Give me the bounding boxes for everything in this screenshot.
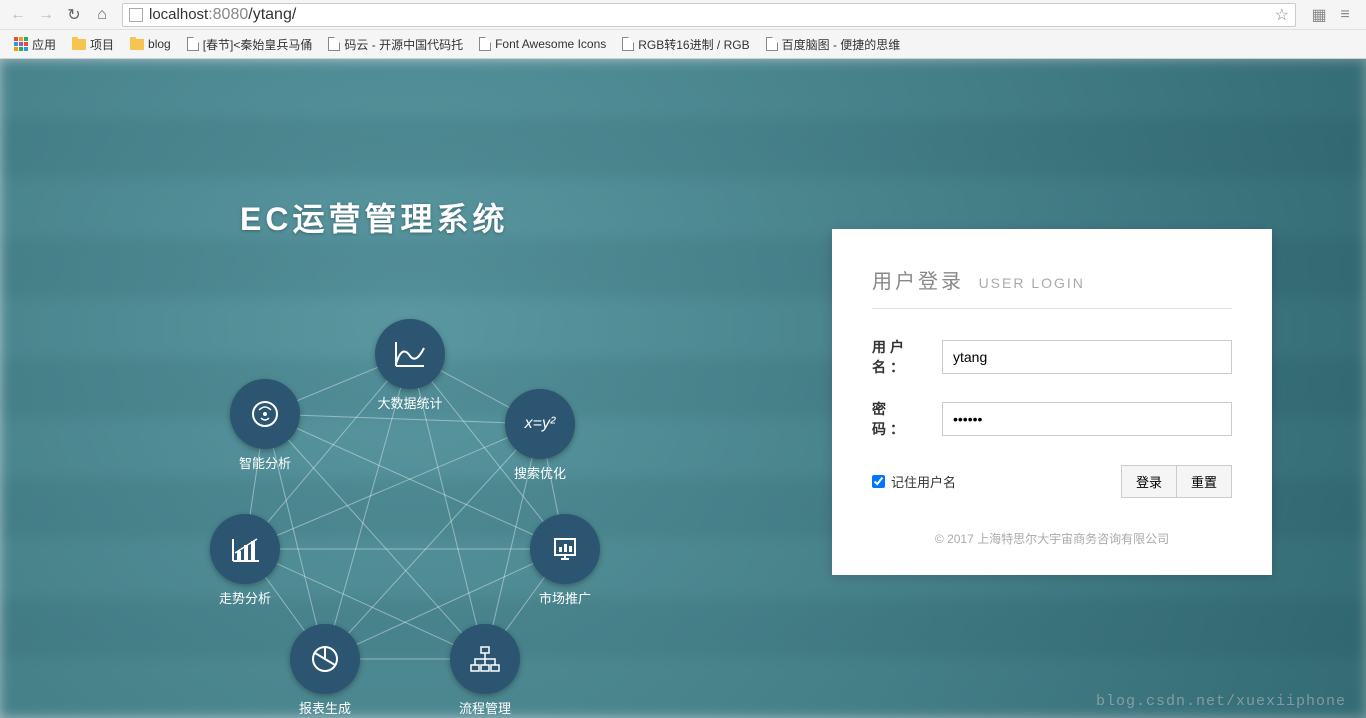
page-icon <box>766 37 778 51</box>
login-button[interactable]: 登录 <box>1122 466 1176 497</box>
password-label: 密 码： <box>872 399 942 439</box>
remember-checkbox-input[interactable] <box>872 475 885 488</box>
bookmark-label: Font Awesome Icons <box>495 37 606 51</box>
forward-button[interactable]: → <box>34 3 58 27</box>
bookmark-label: blog <box>148 37 171 51</box>
login-title-en: USER LOGIN <box>979 275 1085 291</box>
page-icon <box>622 37 634 51</box>
bookmark-label: RGB转16进制 / RGB <box>638 36 749 53</box>
button-group: 登录 重置 <box>1121 465 1232 498</box>
feature-node[interactable] <box>450 624 520 694</box>
feature-node[interactable] <box>375 319 445 389</box>
page-content: EC运营管理系统 大数据统计智能分析 x=y² 搜索优化走势分析 市场推广报表生成 流程… <box>0 59 1366 718</box>
bookmark-label: 码云 - 开源中国代码托 <box>344 36 463 53</box>
page-icon <box>328 37 340 51</box>
system-title: EC运营管理系统 <box>240 194 508 240</box>
login-panel: 用户登录 USER LOGIN 用户名： 密 码： 记住用户名 登录 重置 © … <box>832 229 1272 575</box>
watermark: blog.csdn.net/xuexiiphone <box>1096 693 1346 710</box>
reload-button[interactable]: ↻ <box>62 3 86 27</box>
reset-button[interactable]: 重置 <box>1176 466 1231 497</box>
back-button[interactable]: ← <box>6 3 30 27</box>
page-icon <box>187 37 199 51</box>
bookmark-label: 百度脑图 - 便捷的思维 <box>782 36 901 53</box>
svg-text:x=y²: x=y² <box>524 415 556 432</box>
login-title-cn: 用户登录 <box>872 271 964 293</box>
nav-toolbar: ← → ↻ ⌂ localhost:8080/ytang/ ☆ ▦ ≡ <box>0 0 1366 30</box>
bookmark-item[interactable]: 百度脑图 - 便捷的思维 <box>760 34 907 55</box>
feature-node[interactable] <box>530 514 600 584</box>
address-bar[interactable]: localhost:8080/ytang/ ☆ <box>122 3 1296 27</box>
folder-icon <box>130 39 144 50</box>
feature-label: 搜索优化 <box>490 463 590 482</box>
feature-label: 流程管理 <box>435 698 535 717</box>
copyright: © 2017 上海特思尔大宇宙商务咨询有限公司 <box>872 530 1232 547</box>
bookmark-item[interactable]: [春节]<秦始皇兵马俑 <box>181 34 319 55</box>
username-input[interactable] <box>942 340 1232 374</box>
menu-icon[interactable]: ≡ <box>1336 6 1354 24</box>
feature-node[interactable] <box>230 379 300 449</box>
feature-node[interactable] <box>210 514 280 584</box>
bookmark-star-icon[interactable]: ☆ <box>1275 5 1289 25</box>
password-input[interactable] <box>942 402 1232 436</box>
apps-icon <box>14 37 28 51</box>
panel-icon[interactable]: ▦ <box>1310 6 1328 24</box>
page-icon <box>479 37 491 51</box>
page-icon <box>129 8 143 22</box>
feature-diagram: 大数据统计智能分析x=y²搜索优化走势分析市场推广报表生成流程管理 <box>150 259 610 699</box>
url-path: /ytang/ <box>248 6 296 24</box>
feature-label: 走势分析 <box>195 588 295 607</box>
apps-label: 应用 <box>32 36 56 53</box>
bookmark-item[interactable]: Font Awesome Icons <box>473 34 612 55</box>
browser-chrome: ← → ↻ ⌂ localhost:8080/ytang/ ☆ ▦ ≡ 应用 项… <box>0 0 1366 59</box>
bookmark-item[interactable]: RGB转16进制 / RGB <box>616 34 755 55</box>
bookmark-item[interactable]: 码云 - 开源中国代码托 <box>322 34 469 55</box>
bookmark-label: 项目 <box>90 36 114 53</box>
feature-node[interactable]: x=y² <box>505 389 575 459</box>
url-host: localhost <box>149 6 208 23</box>
remember-checkbox[interactable]: 记住用户名 <box>872 472 956 491</box>
username-label: 用户名： <box>872 337 942 377</box>
feature-label: 报表生成 <box>275 698 375 717</box>
home-button[interactable]: ⌂ <box>90 3 114 27</box>
feature-label: 智能分析 <box>215 453 315 472</box>
folder-icon <box>72 39 86 50</box>
bookmark-item[interactable]: blog <box>124 34 177 55</box>
url-port: :8080 <box>208 6 248 24</box>
feature-label: 市场推广 <box>515 588 615 607</box>
bookmark-label: [春节]<秦始皇兵马俑 <box>203 36 313 53</box>
feature-label: 大数据统计 <box>360 393 460 412</box>
apps-shortcut[interactable]: 应用 <box>8 34 62 55</box>
remember-label: 记住用户名 <box>891 472 956 491</box>
bookmark-item[interactable]: 项目 <box>66 34 120 55</box>
bookmarks-bar: 应用 项目 blog [春节]<秦始皇兵马俑 码云 - 开源中国代码托 Font Awe… <box>0 30 1366 58</box>
login-title: 用户登录 USER LOGIN <box>872 265 1232 309</box>
feature-node[interactable] <box>290 624 360 694</box>
